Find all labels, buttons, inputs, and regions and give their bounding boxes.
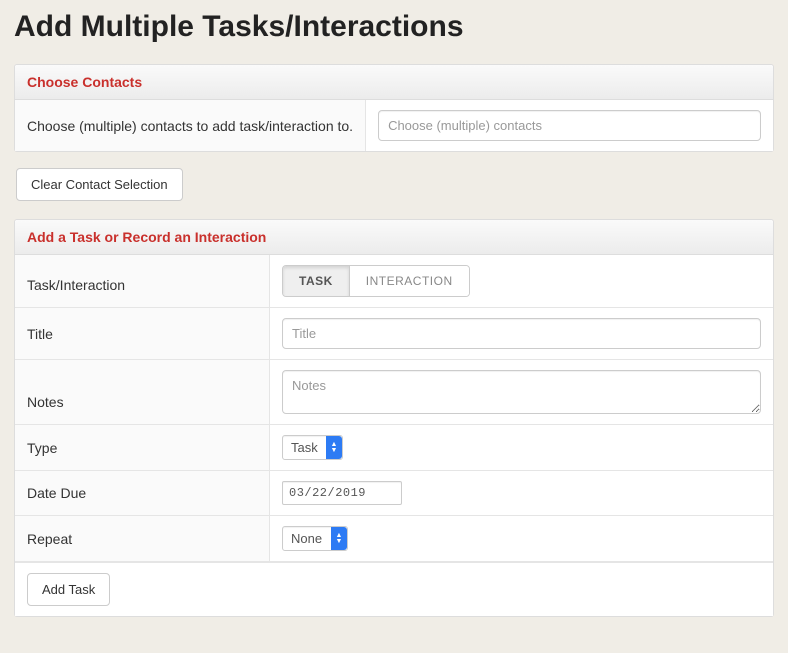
date-due-label: Date Due bbox=[15, 471, 270, 515]
task-interaction-label: Task/Interaction bbox=[15, 255, 270, 307]
choose-contacts-input[interactable] bbox=[378, 110, 761, 141]
notes-textarea[interactable] bbox=[282, 370, 761, 414]
tab-task[interactable]: TASK bbox=[283, 266, 349, 296]
task-panel-header: Add a Task or Record an Interaction bbox=[15, 220, 773, 255]
task-panel: Add a Task or Record an Interaction Task… bbox=[14, 219, 774, 617]
page-title: Add Multiple Tasks/Interactions bbox=[14, 10, 774, 44]
repeat-select[interactable]: None bbox=[282, 526, 348, 551]
title-input[interactable] bbox=[282, 318, 761, 349]
repeat-label: Repeat bbox=[15, 516, 270, 561]
title-label: Title bbox=[15, 308, 270, 359]
choose-contacts-header: Choose Contacts bbox=[15, 65, 773, 100]
clear-contact-selection-button[interactable]: Clear Contact Selection bbox=[16, 168, 183, 201]
choose-contacts-panel: Choose Contacts Choose (multiple) contac… bbox=[14, 64, 774, 152]
add-task-button[interactable]: Add Task bbox=[27, 573, 110, 606]
choose-contacts-label: Choose (multiple) contacts to add task/i… bbox=[15, 100, 366, 151]
type-label: Type bbox=[15, 425, 270, 470]
type-select[interactable]: Task bbox=[282, 435, 343, 460]
notes-label: Notes bbox=[15, 360, 270, 424]
date-due-input[interactable] bbox=[282, 481, 402, 505]
tab-interaction[interactable]: INTERACTION bbox=[349, 266, 469, 296]
task-interaction-toggle: TASK INTERACTION bbox=[282, 265, 470, 297]
